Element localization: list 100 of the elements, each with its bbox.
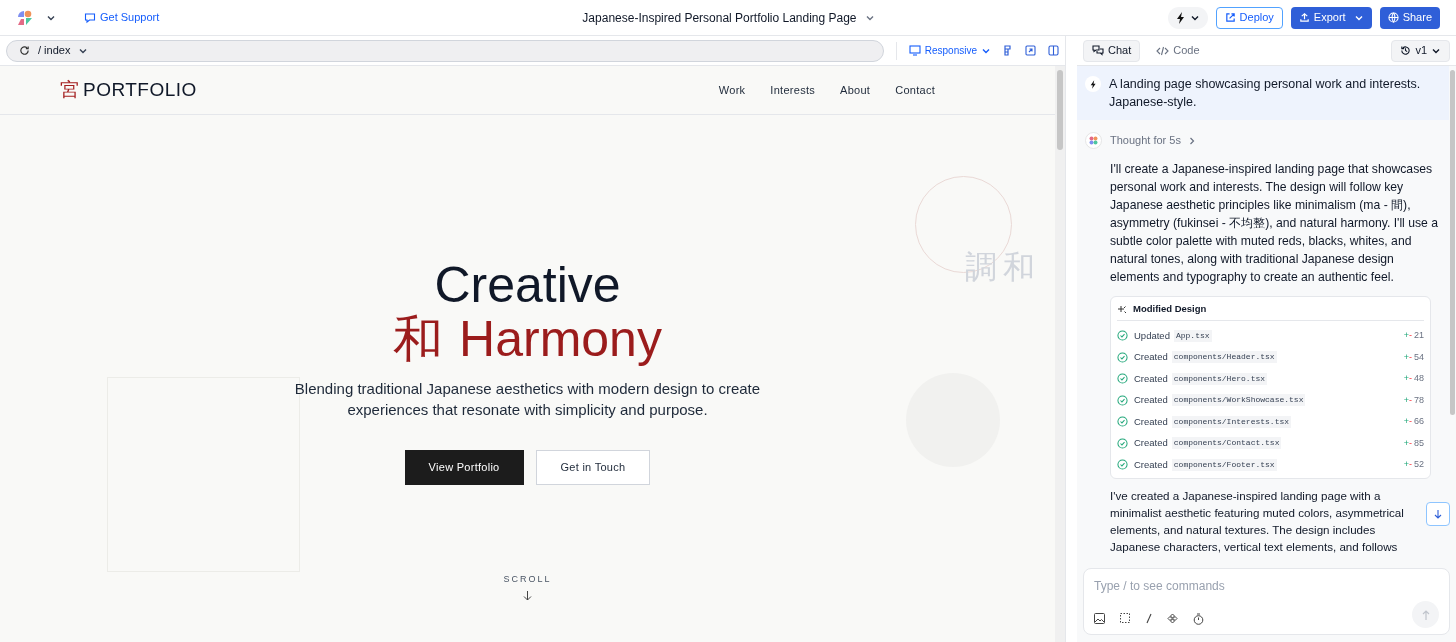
file-name: components/Header.tsx (1171, 351, 1277, 364)
hero-kanji: 和 (393, 312, 444, 366)
history-icon (1400, 45, 1412, 56)
change-action: Created (1134, 371, 1168, 386)
check-circle-icon (1117, 373, 1128, 385)
check-circle-icon (1117, 416, 1128, 428)
minus-sign: - (1409, 329, 1412, 342)
component-icon[interactable] (1167, 613, 1178, 624)
image-icon[interactable] (1094, 613, 1105, 624)
line-count: 54 (1414, 350, 1424, 364)
globe-icon (1387, 12, 1399, 23)
change-action: Created (1134, 350, 1168, 365)
file-name: components/Hero.tsx (1171, 372, 1268, 385)
hero-subtitle: Blending traditional Japanese aesthetics with modern design to create experiences that resonate with simplicity and purpose. (293, 379, 762, 420)
down-arrow-icon (523, 590, 532, 601)
change-action: Created (1134, 414, 1168, 429)
sparkle-icon (1117, 304, 1127, 315)
hero-accent-title: Harmony (459, 312, 662, 366)
bolt-icon (1089, 79, 1097, 89)
scroll-label: SCROLL (503, 573, 552, 586)
chat-scrollbar-thumb[interactable] (1450, 70, 1455, 415)
split-view-icon[interactable] (1048, 45, 1059, 56)
plus-sign: + (1403, 350, 1409, 364)
changes-title: Modified Design (1133, 302, 1207, 317)
get-support-link[interactable]: Get Support (84, 9, 160, 26)
export-button[interactable]: Export (1290, 6, 1372, 29)
plus-sign: + (1403, 329, 1409, 342)
upload-icon (1298, 12, 1310, 23)
deploy-button[interactable]: Deploy (1215, 6, 1283, 29)
chat-bubbles-icon (1092, 45, 1104, 56)
nav-link[interactable]: Contact (895, 81, 935, 99)
change-action: Created (1134, 436, 1168, 451)
version-dropdown[interactable]: v1 (1391, 39, 1450, 62)
check-circle-icon (1117, 330, 1128, 342)
line-count: 21 (1414, 329, 1424, 342)
figma-icon[interactable] (1003, 45, 1013, 56)
assistant-reply: I'll create a Japanese-inspired landing page that showcases personal work and interests. The design will follow key Japanese aesthetic principles like minimalism (ma - 間), asymmetry (fukinsei - 不均整), and natural harmony. I'll use a subtle color palette with muted reds, blacks, whites, and natural tones, along with traditional Japanese design elements and typography to create an authentic feel. (1110, 161, 1439, 286)
plus-sign: + (1403, 458, 1409, 471)
open-external-icon[interactable] (1025, 45, 1036, 56)
hero-title: Creative (434, 258, 621, 312)
file-name: components/Footer.tsx (1171, 458, 1277, 471)
app-logo-icon[interactable] (16, 8, 34, 27)
change-action: Updated (1134, 328, 1170, 343)
file-name: components/Contact.tsx (1171, 437, 1282, 450)
check-circle-icon (1117, 351, 1128, 363)
check-circle-icon (1117, 437, 1128, 449)
check-circle-icon (1117, 459, 1128, 471)
nav-link[interactable]: Interests (770, 81, 816, 99)
plus-sign: + (1403, 393, 1409, 407)
minus-sign: - (1409, 372, 1412, 385)
share-button[interactable]: Share (1379, 6, 1440, 29)
line-count: 52 (1414, 458, 1424, 471)
select-icon[interactable] (1120, 613, 1131, 624)
arrow-up-icon (1421, 609, 1430, 620)
line-count: 85 (1414, 436, 1424, 450)
file-name: components/WorkShowcase.tsx (1171, 394, 1306, 407)
arrow-down-icon (1434, 509, 1442, 519)
prompt-field[interactable]: Type / to see commands (1094, 577, 1439, 595)
view-portfolio-button[interactable]: View Portfolio (404, 450, 524, 485)
site-logo[interactable]: PORTFOLIO (83, 75, 197, 105)
code-tab[interactable]: Code (1148, 39, 1208, 62)
change-action: Created (1134, 457, 1168, 472)
viewport-dropdown[interactable]: Responsive (908, 43, 991, 58)
bolt-icon (1175, 11, 1186, 24)
minus-sign: - (1409, 350, 1412, 364)
monitor-icon (908, 45, 921, 56)
assistant-avatar-icon (1085, 132, 1102, 149)
logo-kanji: 宮 (60, 77, 79, 102)
external-link-icon (1224, 12, 1236, 23)
nav-link[interactable]: Work (718, 81, 746, 99)
prompt-text: A landing page showcasing personal work and interests. Japanese-style. (1109, 76, 1422, 111)
nav-link[interactable]: About (840, 81, 871, 99)
timer-icon[interactable] (1193, 612, 1204, 625)
chevron-right-icon (1188, 136, 1195, 145)
code-icon (1156, 45, 1170, 56)
scrollbar-thumb[interactable] (1057, 70, 1063, 150)
change-action: Created (1134, 393, 1168, 408)
page-path: / index (38, 43, 71, 59)
bolt-menu-button[interactable] (1167, 6, 1208, 29)
assistant-summary: I've created a Japanese-inspired landing page with a minimalist aesthetic featuring muted colors, asymmetrical elements, and natural textures. The design includes Japanese characters, vertical text elements, and follows (1110, 487, 1405, 555)
file-name: App.tsx (1173, 329, 1212, 342)
plus-sign: + (1403, 372, 1409, 385)
minus-sign: - (1409, 458, 1412, 471)
minus-sign: - (1409, 436, 1412, 450)
thought-toggle[interactable]: Thought for 5s (1110, 132, 1195, 149)
address-bar[interactable]: / index (6, 39, 884, 62)
message-input[interactable]: Type / to see commands (1083, 568, 1450, 635)
plus-sign: + (1403, 415, 1409, 428)
slash-icon[interactable] (1146, 613, 1152, 624)
check-circle-icon (1117, 394, 1128, 406)
chat-tab[interactable]: Chat (1083, 39, 1141, 62)
minus-sign: - (1409, 415, 1412, 428)
line-count: 78 (1414, 393, 1424, 407)
reload-icon (19, 45, 30, 56)
plus-sign: + (1403, 436, 1409, 450)
minus-sign: - (1409, 393, 1412, 407)
get-in-touch-button[interactable]: Get in Touch (535, 450, 651, 485)
chat-bubble-icon (84, 11, 96, 24)
file-name: components/Interests.tsx (1171, 415, 1292, 428)
line-count: 66 (1414, 415, 1424, 428)
